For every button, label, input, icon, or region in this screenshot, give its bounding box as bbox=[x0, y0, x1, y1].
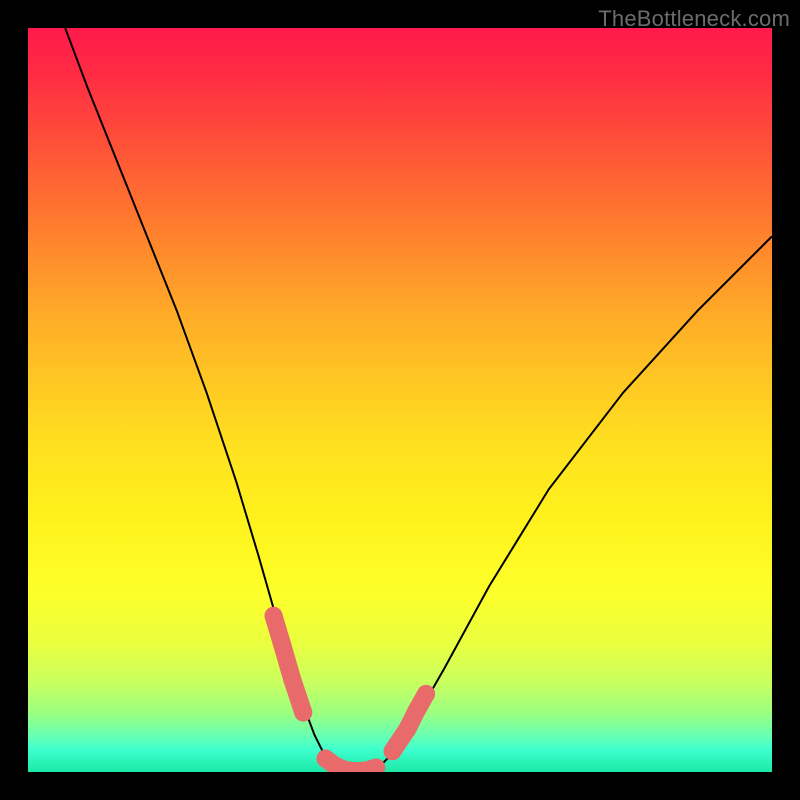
bottleneck-curve-path bbox=[65, 28, 772, 772]
marker-dot bbox=[384, 742, 402, 760]
chart-frame: TheBottleneck.com bbox=[0, 0, 800, 800]
marker-dot bbox=[417, 685, 435, 703]
marker-cluster-left bbox=[265, 607, 313, 722]
marker-dot bbox=[273, 637, 291, 655]
marker-cluster-bottom bbox=[317, 750, 386, 772]
bottleneck-chart bbox=[28, 28, 772, 772]
plot-area bbox=[28, 28, 772, 772]
marker-dot bbox=[283, 670, 301, 688]
watermark-label: TheBottleneck.com bbox=[598, 6, 790, 32]
marker-dot bbox=[294, 703, 312, 721]
marker-dot bbox=[398, 720, 416, 738]
marker-cluster-right bbox=[384, 685, 435, 760]
marker-dot bbox=[265, 607, 283, 625]
marker-dot bbox=[407, 702, 425, 720]
